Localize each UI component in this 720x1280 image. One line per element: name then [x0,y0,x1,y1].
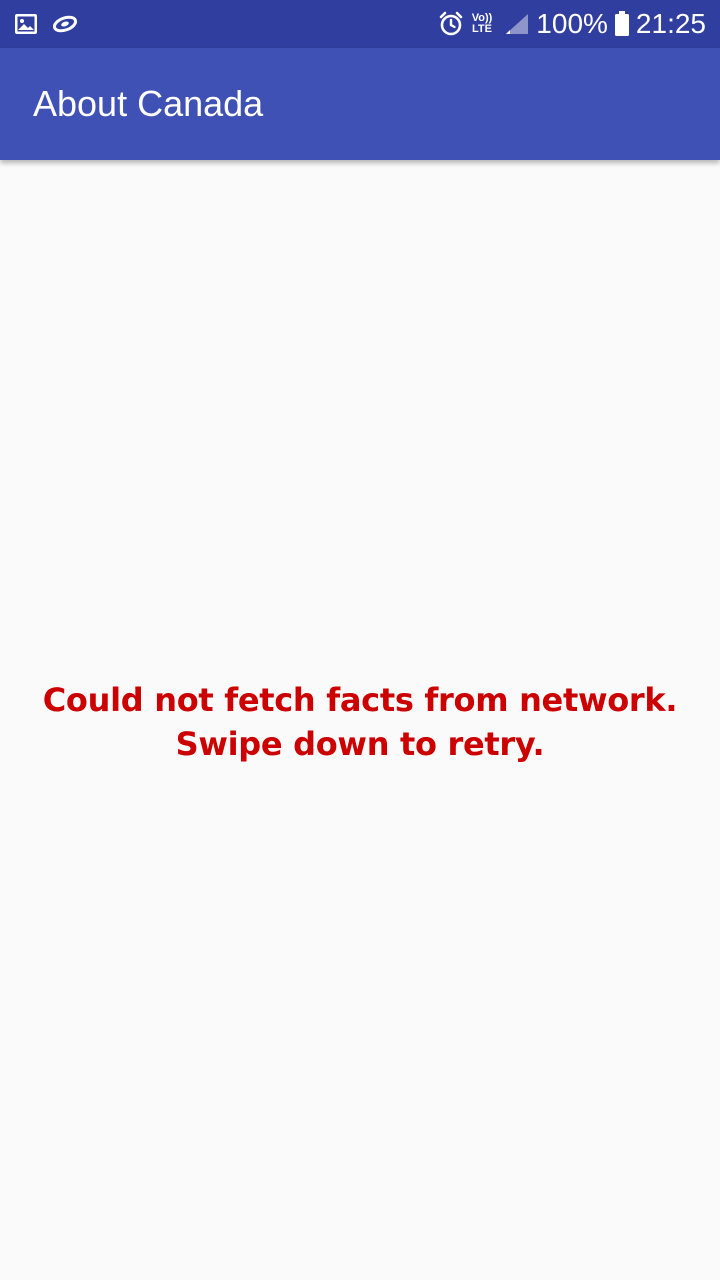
gallery-icon [14,13,38,35]
volte-bottom-label: LTE [472,23,492,35]
volte-icon: Vo)) LTE [472,13,493,35]
alarm-icon [438,11,464,37]
page-title: About Canada [33,83,264,124]
status-bar-left [14,13,78,35]
error-message-line-1: Could not fetch facts from network. [42,681,678,719]
battery-percent: 100% [536,8,608,39]
sync-icon [52,14,78,34]
status-bar: Vo)) LTE 100% 21:25 [0,0,720,48]
battery-icon [614,11,630,37]
status-bar-right: Vo)) LTE 100% 21:25 [438,10,706,38]
app-bar: About Canada [0,48,720,160]
clock-time: 21:25 [635,8,706,39]
signal-icon [504,12,530,36]
facts-list-container[interactable]: Could not fetch facts from network. Swip… [0,160,720,1280]
error-message: Could not fetch facts from network. Swip… [0,678,720,766]
error-message-line-2: Swipe down to retry. [175,725,545,763]
